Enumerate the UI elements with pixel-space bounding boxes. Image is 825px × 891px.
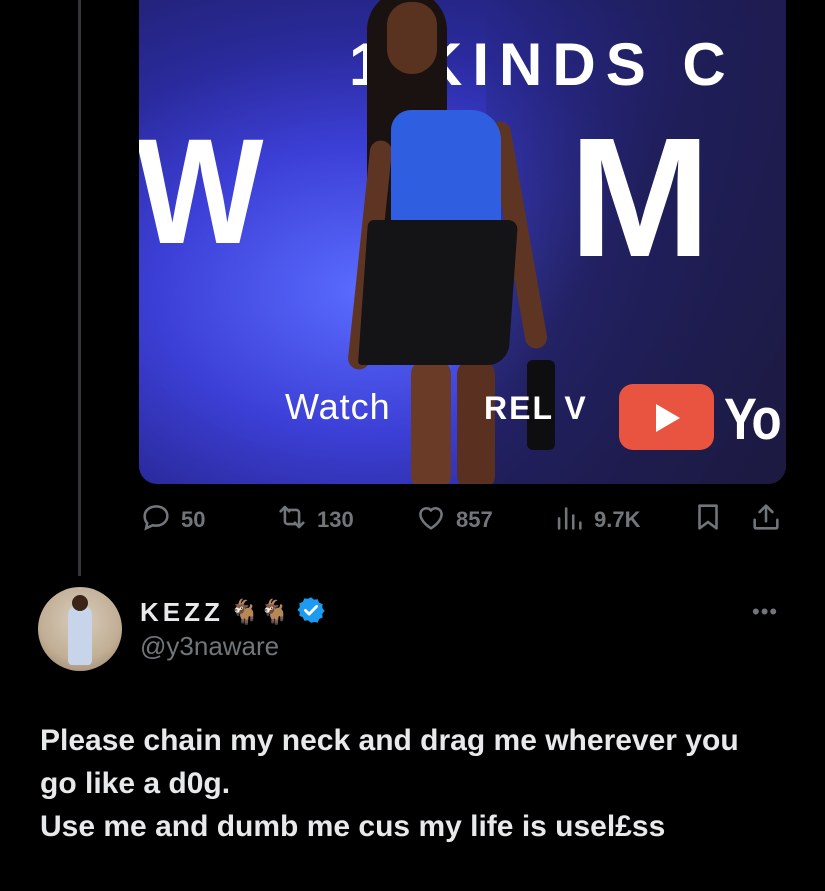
repost-count: 130 [317,507,354,532]
views-button[interactable]: 9.7K [552,500,640,540]
banner-letter-m: M [569,103,711,293]
more-options-icon[interactable]: ••• [752,599,778,625]
repost-icon [275,500,309,540]
like-count: 857 [456,507,493,532]
bookmark-icon [691,500,725,540]
youtube-play-icon [619,384,714,450]
thread-connector-line [78,0,81,576]
tweet-text-line: Please chain my neck and drag me whereve… [40,724,739,757]
avatar[interactable] [38,587,122,671]
author-row: KEZZ 🐐🐐 [140,595,326,630]
views-bar-chart-icon [552,500,586,540]
banner-watch-text: Watch [285,386,391,427]
display-name[interactable]: KEZZ [140,597,224,628]
share-button[interactable] [749,500,783,540]
share-icon [749,500,783,540]
verified-badge-icon [296,595,326,630]
banner-letter-w: W [139,107,264,275]
heart-icon [414,500,448,540]
tweet-action-bar: 50 130 857 9.7K [139,500,786,540]
user-handle[interactable]: @y3naware [140,631,279,662]
tweet-text: Please chain my neck and drag me whereve… [40,719,810,848]
reply-count: 50 [181,507,206,532]
like-button[interactable]: 857 [414,500,493,540]
tweet-text-line: go like a d0g. [40,767,231,800]
reply-icon [139,500,173,540]
banner-tv-text: REL V [484,390,588,426]
goat-emojis: 🐐🐐 [229,599,290,626]
bookmark-button[interactable] [691,500,725,540]
tweet-media-image[interactable]: 1 KINDS C W M Watch REL V Yo [139,0,786,484]
tweet-text-line: Use me and dumb me cus my life is usel£s… [40,810,666,843]
views-count: 9.7K [594,507,641,532]
reply-button[interactable]: 50 [139,500,205,540]
banner-yt-text: Yo [724,387,782,452]
repost-button[interactable]: 130 [275,500,354,540]
